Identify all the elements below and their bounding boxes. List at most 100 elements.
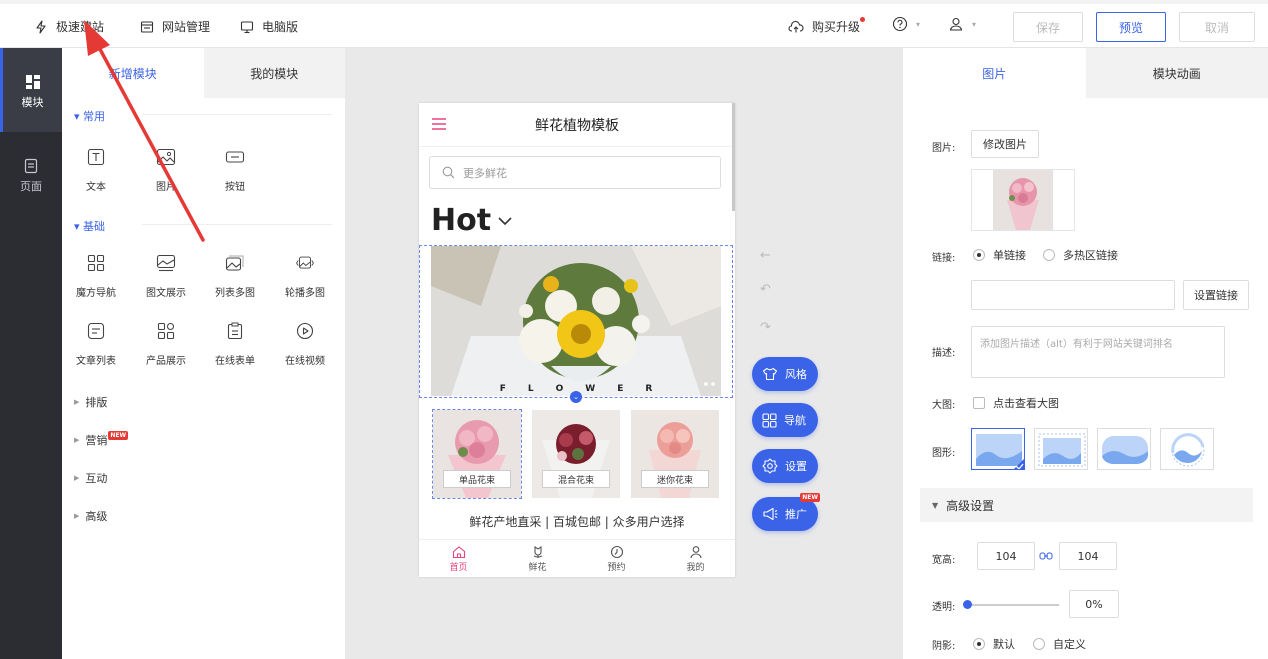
section-interactive[interactable]: ▶ 互动 <box>74 470 107 486</box>
tab-module-animation[interactable]: 模块动画 <box>1085 48 1268 98</box>
shadow-default-radio[interactable]: 默认 <box>973 636 1015 652</box>
section-marketing[interactable]: ▶ 营销 NEW <box>74 430 129 448</box>
tab-new-modules[interactable]: 新增模块 <box>62 48 204 98</box>
product-card[interactable]: 混合花束 <box>532 410 620 498</box>
back-arrow-icon[interactable]: ← <box>760 248 771 263</box>
expand-handle-icon[interactable]: ⌄ <box>570 391 582 403</box>
link-multi-radio[interactable]: 多热区链接 <box>1043 247 1118 263</box>
opacity-slider[interactable] <box>963 600 1059 609</box>
hot-heading[interactable]: Hot <box>431 203 513 238</box>
hamburger-icon[interactable] <box>431 117 447 131</box>
shirt-icon <box>762 367 778 381</box>
advanced-settings-toggle[interactable]: ▼ 高级设置 <box>920 488 1253 522</box>
radio-icon <box>1043 249 1055 261</box>
module-button[interactable]: 按钮 <box>205 146 265 193</box>
carousel-dots[interactable] <box>704 382 715 386</box>
properties-panel: 图片 模块动画 图片: 修改图片 链接: 单链接 多热区链接 设置链接 描述: … <box>903 48 1268 659</box>
shape-label: 图形: <box>932 448 956 459</box>
home-icon <box>452 545 465 558</box>
radio-checked-icon <box>973 638 985 650</box>
banner-image[interactable]: F L O W E R <box>431 246 721 396</box>
module-image[interactable]: 图片 <box>136 146 196 193</box>
phone-search-input[interactable]: 更多鲜花 <box>429 156 721 189</box>
product-card[interactable]: 迷你花束 <box>631 410 719 498</box>
description-label: 描述: <box>932 348 956 359</box>
style-button[interactable]: 风格 <box>752 357 818 391</box>
phone-nav-flowers[interactable]: 鲜花 <box>498 540 577 577</box>
height-input[interactable]: 104 <box>1059 542 1117 570</box>
cloud-upload-icon <box>788 20 804 32</box>
save-button[interactable]: 保存 <box>1013 12 1083 42</box>
redo-icon[interactable]: ↷ <box>760 320 771 335</box>
module-panel: 新增模块 我的模块 ▾ 常用 文本 图片 按钮 ▾ 基础 魔方导航 图文展示 列… <box>62 48 345 659</box>
phone-nav-me[interactable]: 我的 <box>656 540 735 577</box>
chevron-down-icon: ▼ <box>932 500 939 510</box>
navigation-button[interactable]: 导航 <box>752 403 818 437</box>
shape-option-rounded[interactable] <box>1097 428 1151 470</box>
module-article-list[interactable]: 文章列表 <box>66 320 126 367</box>
chevron-down-icon: ▾ <box>972 19 977 29</box>
opacity-label: 透明: <box>932 602 956 613</box>
promote-button[interactable]: 推广 NEW <box>752 493 820 531</box>
module-online-video[interactable]: 在线视频 <box>275 320 335 367</box>
cancel-button[interactable]: 取消 <box>1179 12 1255 42</box>
buy-upgrade-button[interactable]: 购买升级 <box>788 18 860 35</box>
section-divider <box>142 224 332 225</box>
tab-my-modules[interactable]: 我的模块 <box>203 48 345 98</box>
article-list-icon <box>87 322 105 340</box>
phone-scrollbar[interactable] <box>732 103 735 211</box>
phone-slogan: 鲜花产地直采 | 百城包邮 | 众多用户选择 <box>469 515 685 529</box>
user-menu[interactable]: ▾ <box>948 16 976 32</box>
tab-image[interactable]: 图片 <box>903 48 1086 98</box>
module-carousel[interactable]: 轮播多图 <box>275 252 335 299</box>
link-single-radio[interactable]: 单链接 <box>973 247 1026 263</box>
module-image-text[interactable]: 图文展示 <box>136 252 196 299</box>
shape-option-rect[interactable] <box>971 428 1025 470</box>
top-bar: 极速建站 网站管理 电脑版 购买升级 ▾ ▾ 保存 预览 取消 <box>0 0 1268 48</box>
module-product-display[interactable]: 产品展示 <box>136 320 196 367</box>
set-link-button[interactable]: 设置链接 <box>1183 280 1249 310</box>
section-layout[interactable]: ▶ 排版 <box>74 394 107 410</box>
clock-icon <box>610 545 623 558</box>
section-advanced[interactable]: ▶ 高级 <box>74 508 107 524</box>
opacity-input[interactable]: 0% <box>1069 590 1119 618</box>
undo-icon[interactable]: ↶ <box>760 282 771 297</box>
opacity-slider-handle[interactable] <box>963 600 972 609</box>
module-cube-nav[interactable]: 魔方导航 <box>66 252 126 299</box>
quick-build-button[interactable]: 极速建站 <box>34 18 104 35</box>
product-card[interactable]: 单品花束 <box>432 409 522 499</box>
section-common[interactable]: ▾ 常用 <box>74 108 105 124</box>
rail-item-pages[interactable]: 页面 <box>0 132 62 216</box>
preview-button[interactable]: 预览 <box>1096 12 1166 42</box>
shape-option-square[interactable] <box>1034 428 1088 470</box>
rail-item-modules[interactable]: 模块 <box>0 48 62 132</box>
quick-build-label: 极速建站 <box>56 20 105 34</box>
shape-option-circle[interactable] <box>1160 428 1214 470</box>
image-thumbnail[interactable] <box>971 169 1075 231</box>
width-input[interactable]: 104 <box>977 542 1035 570</box>
link-input[interactable] <box>971 280 1175 310</box>
link-ratio-icon[interactable] <box>1039 550 1053 562</box>
product-label: 迷你花束 <box>641 470 709 488</box>
pc-version-button[interactable]: 电脑版 <box>240 18 298 35</box>
module-text[interactable]: 文本 <box>66 146 126 193</box>
description-input[interactable]: 添加图片描述（alt）有利于网站关键词排名 <box>971 326 1225 378</box>
user-icon <box>949 17 963 31</box>
phone-canvas[interactable]: 鲜花植物模板 更多鲜花 Hot F L O W E R ⌄ 单品花束 混合花束 … <box>419 103 735 577</box>
link-label: 链接: <box>932 253 956 264</box>
settings-button[interactable]: 设置 <box>752 449 818 483</box>
product-display-icon <box>157 322 175 340</box>
modify-image-button[interactable]: 修改图片 <box>971 130 1039 158</box>
big-image-checkbox[interactable]: 点击查看大图 <box>973 395 1059 411</box>
phone-nav-booking[interactable]: 预约 <box>577 540 656 577</box>
help-menu[interactable]: ▾ <box>892 16 920 32</box>
search-icon <box>442 166 455 179</box>
site-manage-button[interactable]: 网站管理 <box>140 18 210 35</box>
module-list-images[interactable]: 列表多图 <box>205 252 265 299</box>
module-online-form[interactable]: 在线表单 <box>205 320 265 367</box>
chevron-right-icon: ▶ <box>74 474 80 482</box>
shadow-custom-radio[interactable]: 自定义 <box>1033 636 1086 652</box>
lightning-icon <box>36 19 46 34</box>
phone-nav-home[interactable]: 首页 <box>419 540 498 577</box>
section-basic[interactable]: ▾ 基础 <box>74 218 105 234</box>
